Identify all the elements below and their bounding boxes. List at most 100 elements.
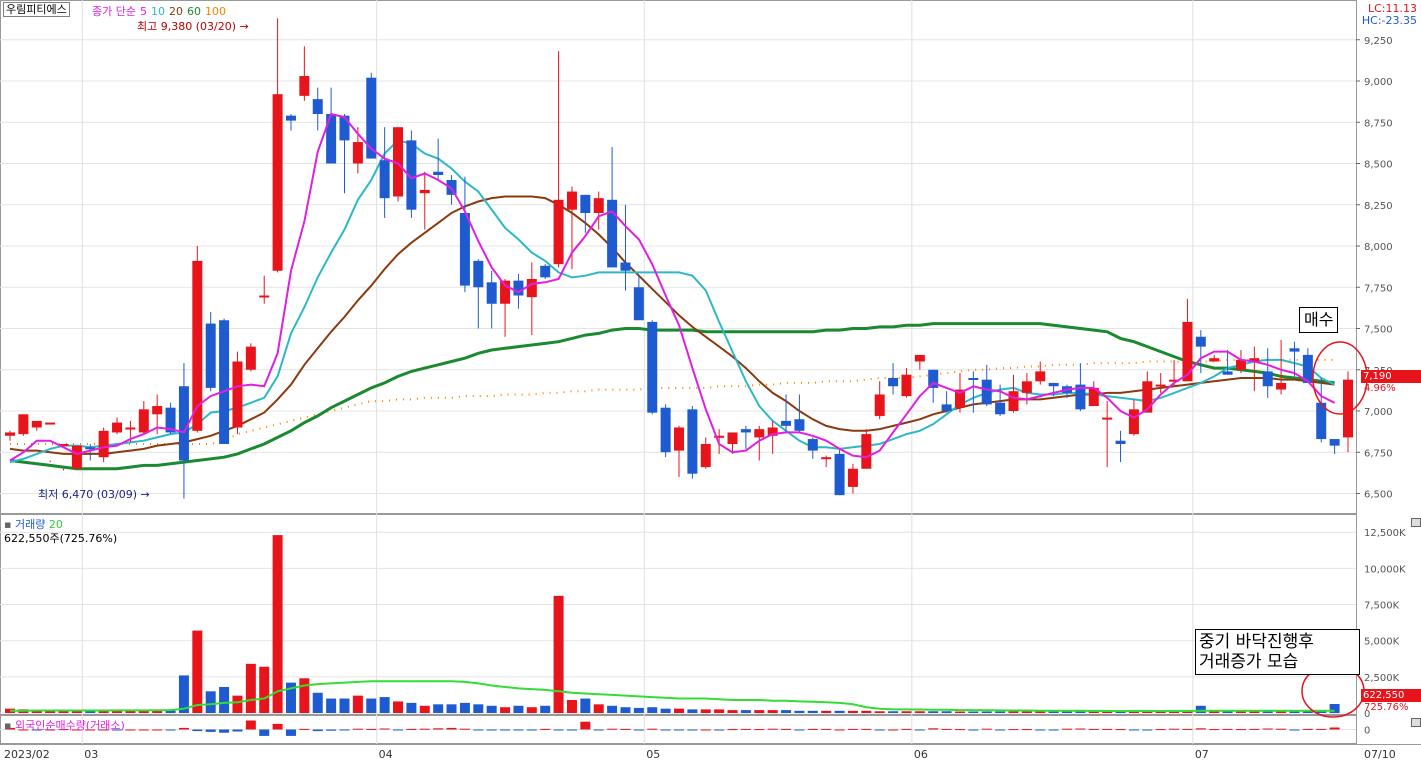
date-label: 07 bbox=[1195, 748, 1209, 761]
foreign-bar bbox=[178, 727, 189, 730]
candle-body bbox=[98, 430, 109, 458]
foreign-bar bbox=[473, 729, 484, 731]
foreign-bar bbox=[352, 728, 363, 730]
foreign-bar bbox=[1195, 728, 1206, 730]
foreign-bar bbox=[1289, 729, 1300, 731]
foreign-bar bbox=[633, 729, 644, 731]
date-label: 03 bbox=[84, 748, 98, 761]
stock-name: 우림피티에스 bbox=[6, 3, 67, 16]
low-annotation: 최저 6,470 (03/09) → bbox=[38, 488, 150, 501]
volume-bar bbox=[245, 663, 256, 713]
candle-body bbox=[379, 160, 390, 199]
candle-body bbox=[821, 457, 832, 460]
candle-body bbox=[807, 439, 818, 451]
candle-body bbox=[1182, 321, 1193, 382]
candle-body bbox=[754, 429, 765, 438]
volume-bar bbox=[419, 705, 430, 713]
foreign-bar bbox=[379, 728, 390, 730]
ma-5-label: 5 bbox=[139, 5, 147, 18]
foreign-bar bbox=[138, 729, 149, 731]
current-volume-ratio: 725.76% bbox=[1364, 702, 1409, 713]
candle-body bbox=[794, 419, 805, 431]
candle-body bbox=[1329, 439, 1340, 446]
volume-bar bbox=[995, 711, 1006, 713]
volume-bar bbox=[954, 711, 965, 713]
candle-body bbox=[1235, 359, 1246, 370]
candle-body bbox=[941, 404, 952, 411]
volume-bar bbox=[901, 711, 912, 713]
foreign-bar bbox=[553, 729, 564, 731]
stock-name-box[interactable]: 우림피티에스 bbox=[3, 2, 70, 17]
foreign-panel-close-icon[interactable] bbox=[1411, 718, 1421, 727]
foreign-bar bbox=[1235, 729, 1246, 731]
foreign-bar bbox=[593, 729, 604, 731]
foreign-bar bbox=[566, 729, 577, 731]
candle-body bbox=[620, 262, 631, 271]
volume-tick-label: 7,500K bbox=[1364, 601, 1400, 612]
volume-bar bbox=[861, 710, 872, 713]
foreign-bar bbox=[459, 728, 470, 730]
foreign-bar bbox=[433, 728, 444, 730]
volume-bar bbox=[272, 535, 283, 713]
foreign-bar bbox=[446, 727, 457, 730]
candle-body bbox=[1155, 384, 1166, 387]
foreign-bar bbox=[1075, 728, 1086, 730]
volume-bar bbox=[299, 678, 310, 713]
volume-bar bbox=[767, 710, 778, 713]
foreign-bar bbox=[326, 729, 337, 731]
date-label: 06 bbox=[914, 748, 928, 761]
candle-body bbox=[5, 432, 15, 436]
foreign-bar bbox=[393, 729, 404, 731]
foreign-bar bbox=[740, 728, 751, 730]
candle-body bbox=[968, 378, 979, 380]
volume-bar bbox=[620, 707, 631, 713]
volume-bar bbox=[754, 710, 765, 713]
volume-tick-label: 12,500K bbox=[1364, 528, 1406, 539]
candle-body bbox=[1048, 382, 1059, 387]
current-price-box: 7,190 bbox=[1361, 370, 1421, 383]
foreign-bar bbox=[1088, 728, 1099, 730]
volume-bar bbox=[192, 630, 203, 713]
volume-bar bbox=[714, 709, 725, 713]
ma-legend: 종가 단순 5 10 20 60 100 bbox=[92, 3, 230, 19]
high-annotation: 최고 9,380 (03/20) → bbox=[137, 20, 249, 33]
foreign-bar bbox=[285, 729, 296, 736]
candle-body bbox=[366, 77, 377, 159]
candle-body bbox=[299, 76, 310, 96]
volume-bar bbox=[459, 702, 470, 713]
volume-bar bbox=[473, 704, 484, 713]
candle-body bbox=[112, 422, 123, 433]
buy-note: 매수 bbox=[1299, 307, 1339, 333]
foreign-bar bbox=[1316, 728, 1327, 730]
volume-bar bbox=[566, 699, 577, 713]
foreign-bar bbox=[914, 729, 925, 731]
foreign-bar bbox=[125, 729, 136, 731]
price-tick-label: 8,000 bbox=[1364, 242, 1393, 253]
foreign-bar bbox=[1062, 728, 1073, 730]
foreign-bar bbox=[406, 728, 417, 730]
candle-body bbox=[18, 414, 29, 435]
volume-note-line2: 거래증가 모습 bbox=[1199, 652, 1299, 672]
foreign-bar bbox=[660, 729, 671, 731]
foreign-bar bbox=[1302, 728, 1313, 730]
volume-bar bbox=[366, 698, 377, 713]
volume-bar bbox=[526, 707, 537, 713]
candle-body bbox=[419, 189, 430, 194]
volume-bar bbox=[500, 707, 511, 713]
date-label: 07/10 bbox=[1364, 748, 1396, 761]
candle-body bbox=[874, 394, 885, 416]
foreign-panel-title[interactable]: ▪ 외국인순매수량(거래소) bbox=[4, 717, 125, 733]
foreign-bar bbox=[1222, 728, 1233, 730]
foreign-bar bbox=[486, 729, 497, 731]
current-change: 4.96% bbox=[1364, 383, 1396, 394]
candle-body bbox=[540, 265, 551, 278]
foreign-bar bbox=[152, 729, 163, 731]
candle-body bbox=[981, 379, 992, 405]
volume-panel-close-icon[interactable] bbox=[1411, 518, 1421, 527]
foreign-bar bbox=[847, 728, 858, 730]
candle-body bbox=[1102, 417, 1113, 420]
foreign-bar bbox=[500, 729, 511, 731]
foreign-bar bbox=[874, 729, 885, 731]
volume-panel bbox=[0, 514, 1357, 715]
hc-value: HC:-23.35 bbox=[1361, 14, 1417, 27]
